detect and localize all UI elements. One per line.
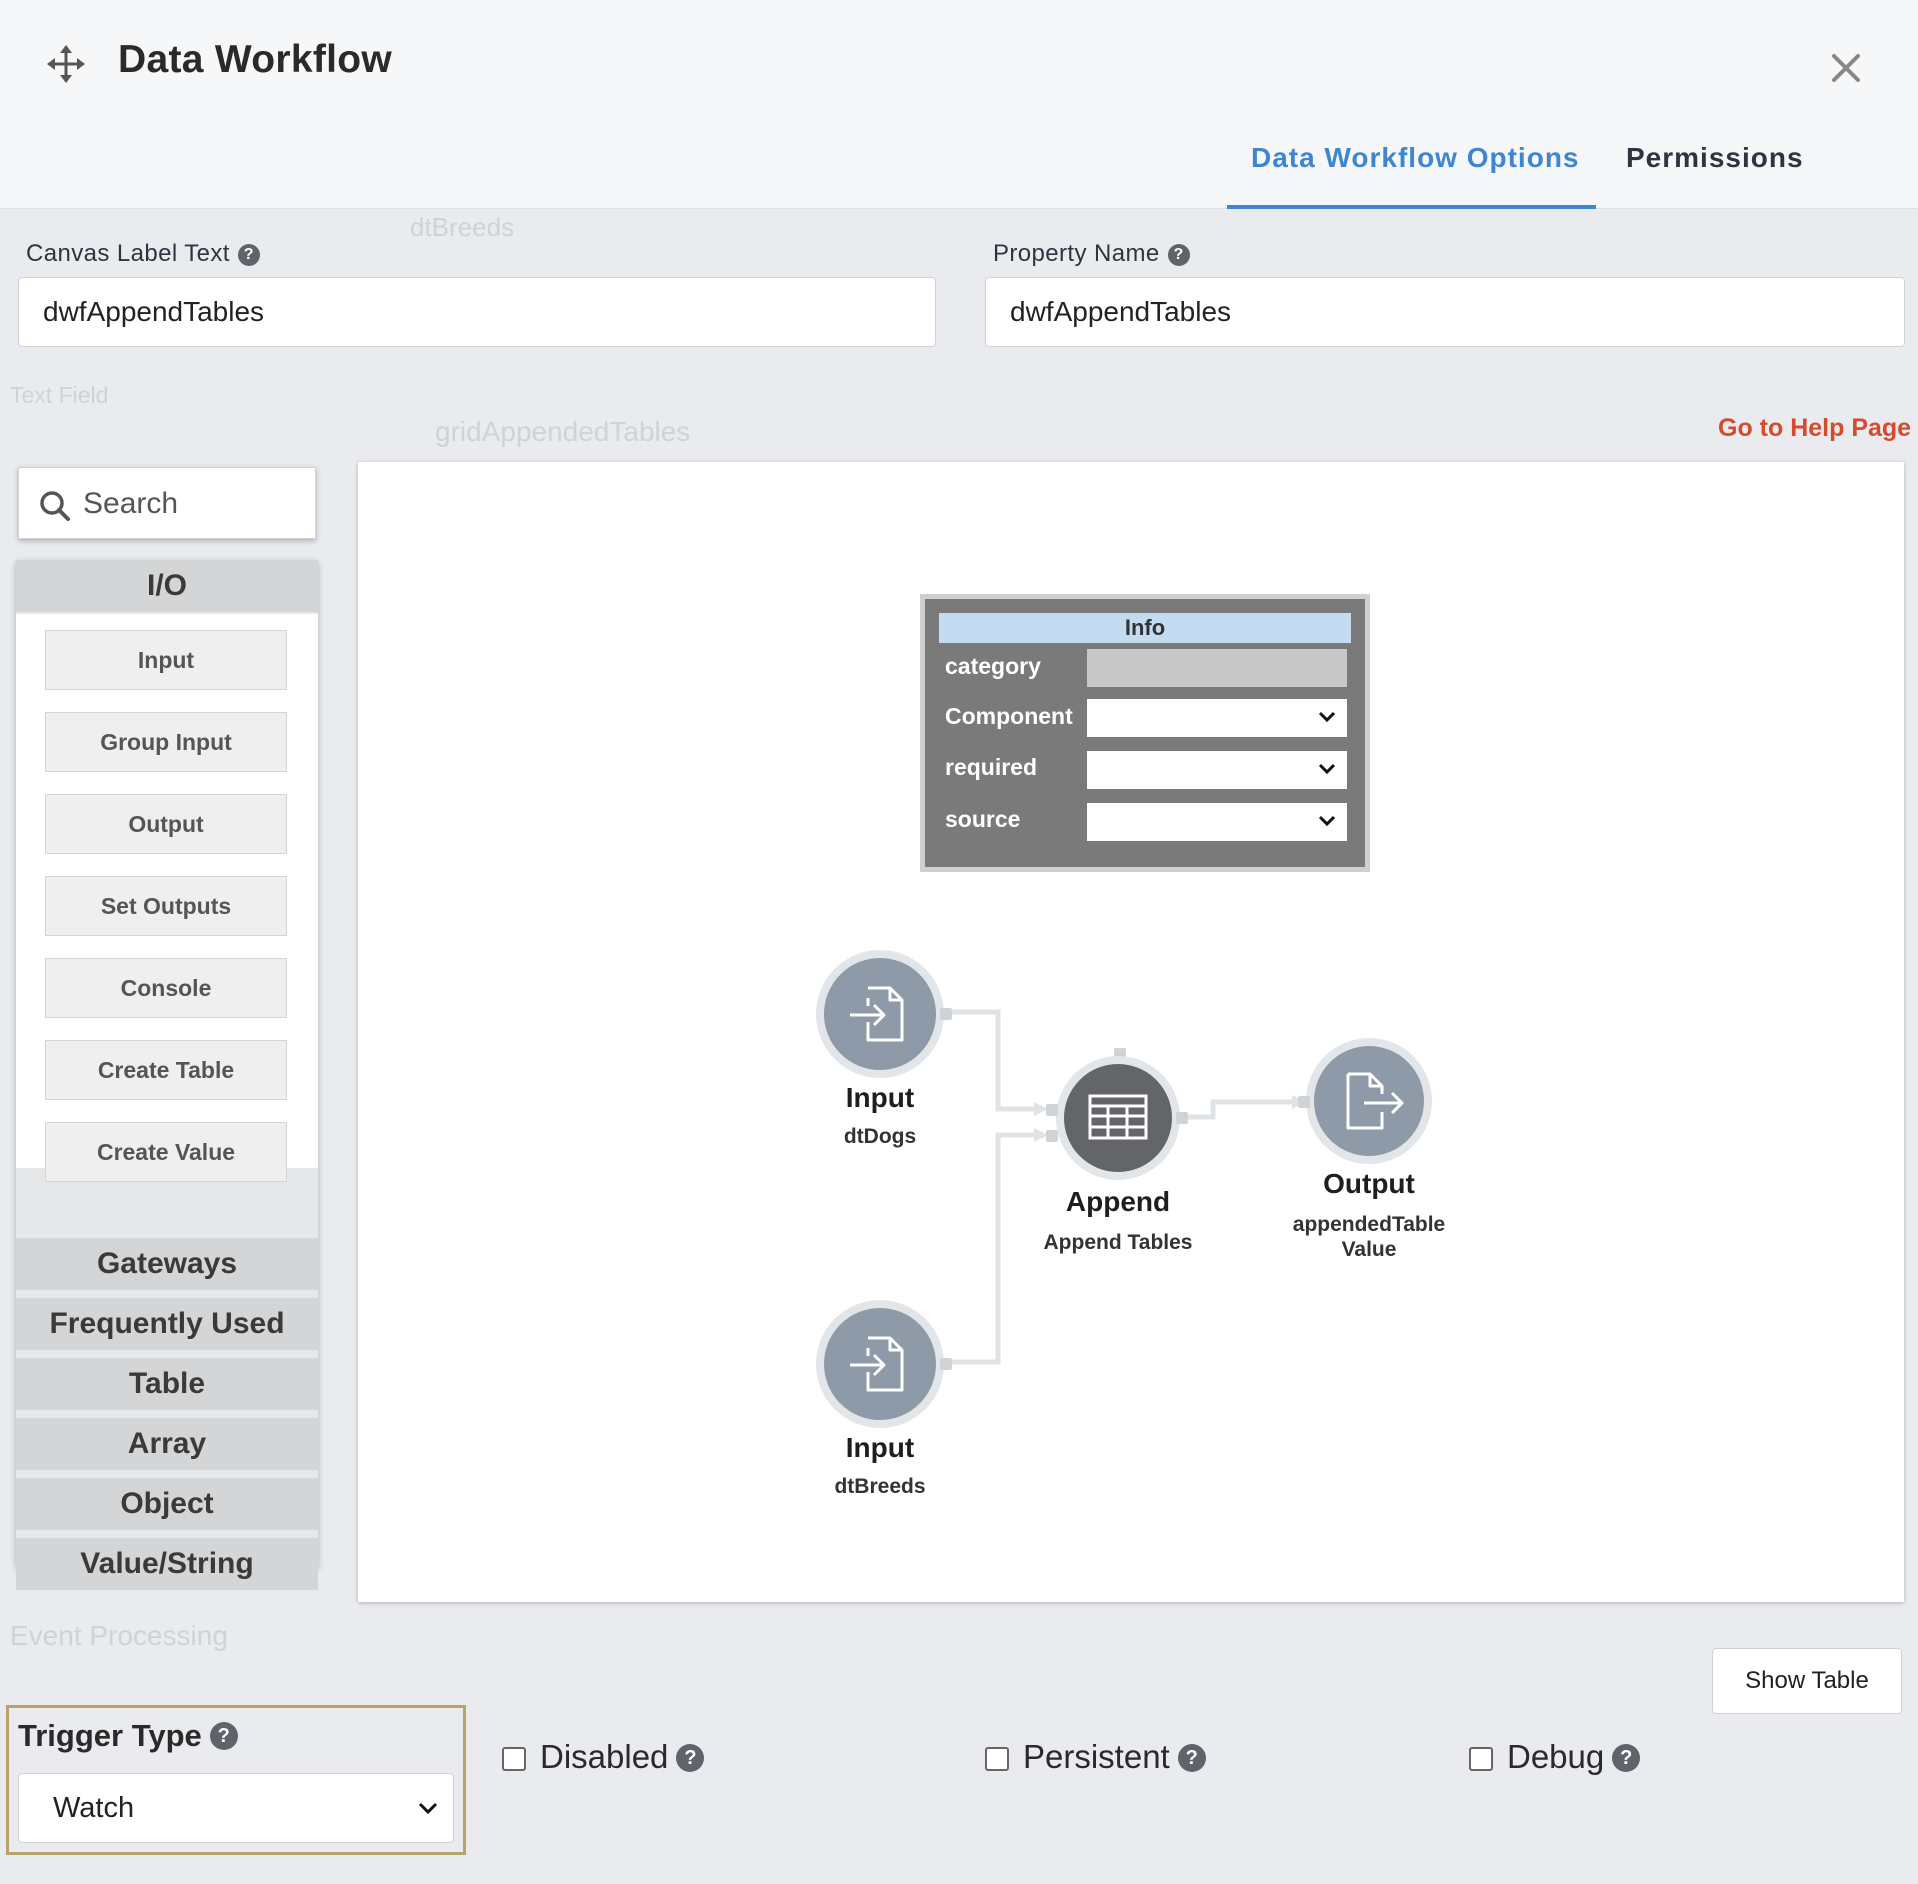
- help-icon[interactable]: ?: [1167, 244, 1190, 266]
- help-icon[interactable]: ?: [237, 244, 260, 266]
- search-placeholder: Search: [83, 487, 179, 520]
- palette-category-value-string[interactable]: Value/String: [16, 1538, 318, 1590]
- info-label-required: required: [945, 754, 1038, 780]
- chevron-down-icon: [1318, 711, 1336, 723]
- show-table-button[interactable]: Show Table: [1712, 1648, 1902, 1714]
- canvas-label-text-label: Canvas Label Text?: [26, 240, 260, 268]
- palette-category-object[interactable]: Object: [16, 1478, 318, 1530]
- input-port[interactable]: [1046, 1130, 1058, 1142]
- category-field: [1087, 649, 1347, 687]
- palette-item-create-value[interactable]: Create Value: [45, 1122, 287, 1182]
- palette-item-set-outputs[interactable]: Set Outputs: [45, 876, 287, 936]
- input-port[interactable]: [1298, 1096, 1310, 1108]
- file-export-icon: [1346, 1072, 1404, 1130]
- help-icon[interactable]: ?: [676, 1744, 705, 1772]
- help-icon[interactable]: ?: [1177, 1744, 1206, 1772]
- input-port[interactable]: [1046, 1104, 1058, 1116]
- persistent-checkbox[interactable]: [985, 1747, 1009, 1771]
- help-icon[interactable]: ?: [1612, 1744, 1641, 1772]
- palette-category-array[interactable]: Array: [16, 1418, 318, 1470]
- property-name-label: Property Name?: [993, 240, 1190, 268]
- tab-data-workflow-options[interactable]: Data Workflow Options: [1251, 142, 1580, 174]
- info-node[interactable]: Info category Component required source: [920, 594, 1370, 872]
- info-label-component: Component: [945, 703, 1073, 729]
- info-title: Info: [939, 613, 1351, 643]
- disabled-checkbox[interactable]: [502, 1747, 526, 1771]
- disabled-checkbox-group: Disabled?: [502, 1738, 705, 1776]
- chevron-down-icon: [1318, 815, 1336, 827]
- append-tables-node[interactable]: [1056, 1056, 1180, 1180]
- ghost-text: Text Field: [10, 382, 109, 408]
- palette-item-console[interactable]: Console: [45, 958, 287, 1018]
- go-to-help-page-link[interactable]: Go to Help Page: [1718, 414, 1911, 443]
- ghost-text: Event Processing: [10, 1620, 228, 1651]
- output-port[interactable]: [1176, 1112, 1188, 1124]
- help-icon[interactable]: ?: [209, 1722, 238, 1750]
- source-select[interactable]: [1087, 803, 1347, 841]
- ghost-text: gridAppendedTables: [435, 416, 691, 447]
- palette-category-table[interactable]: Table: [16, 1358, 318, 1410]
- tab-permissions[interactable]: Permissions: [1626, 142, 1804, 174]
- palette-category-io[interactable]: I/O: [16, 560, 318, 612]
- node-palette: I/O Input Group Input Output Set Outputs…: [16, 560, 318, 1590]
- node-title: Input: [845, 1082, 915, 1113]
- node-title: Append: [1065, 1186, 1171, 1217]
- canvas-label-text-label-text: Canvas Label Text: [26, 240, 230, 267]
- palette-category-gateways[interactable]: Gateways: [16, 1238, 318, 1290]
- workflow-canvas[interactable]: Info category Component required source …: [358, 462, 1904, 1602]
- search-icon: [40, 491, 70, 521]
- node-subtitle: dtDogs: [843, 1125, 917, 1148]
- node-subtitle: Append Tables: [1043, 1231, 1193, 1254]
- palette-io-items: Input Group Input Output Set Outputs Con…: [16, 614, 318, 1182]
- output-port[interactable]: [940, 1008, 952, 1020]
- input-node-dtbreeds[interactable]: [816, 1300, 944, 1428]
- node-subtitle: appendedTable Value: [1229, 1212, 1509, 1262]
- node-subtitle-line: Value: [1341, 1238, 1397, 1261]
- output-port[interactable]: [940, 1358, 952, 1370]
- palette-category-frequently-used[interactable]: Frequently Used: [16, 1298, 318, 1350]
- palette-search-input[interactable]: Search: [18, 467, 316, 539]
- info-label-category: category: [945, 653, 1041, 679]
- trigger-type-value: Watch: [53, 1792, 135, 1824]
- persistent-label: Persistent: [1023, 1738, 1170, 1775]
- debug-checkbox-group: Debug?: [1469, 1738, 1641, 1776]
- palette-item-input[interactable]: Input: [45, 630, 287, 690]
- move-handle-icon[interactable]: [46, 44, 86, 84]
- persistent-checkbox-group: Persistent?: [985, 1738, 1206, 1776]
- file-import-icon: [850, 1336, 904, 1392]
- property-name-label-text: Property Name: [993, 240, 1160, 267]
- chevron-down-icon: [418, 1802, 438, 1815]
- required-select[interactable]: [1087, 751, 1347, 789]
- table-icon: [1088, 1094, 1148, 1140]
- node-subtitle-line: appendedTable: [1292, 1213, 1446, 1236]
- ghost-text: dtBreeds: [410, 212, 515, 242]
- palette-item-output[interactable]: Output: [45, 794, 287, 854]
- debug-label: Debug: [1507, 1738, 1605, 1775]
- palette-item-create-table[interactable]: Create Table: [45, 1040, 287, 1100]
- palette-item-group-input[interactable]: Group Input: [45, 712, 287, 772]
- input-node-dtdogs[interactable]: [816, 950, 944, 1078]
- trigger-type-label: Trigger Type?: [18, 1718, 238, 1754]
- canvas-label-text-input[interactable]: dwfAppendTables: [18, 277, 936, 347]
- chevron-down-icon: [1318, 763, 1336, 775]
- node-subtitle: dtBreeds: [834, 1475, 926, 1498]
- dialog-header: [0, 0, 1918, 209]
- debug-checkbox[interactable]: [1469, 1747, 1493, 1771]
- output-node[interactable]: [1306, 1038, 1432, 1164]
- trigger-type-select[interactable]: Watch: [18, 1773, 454, 1843]
- node-title: Output: [1323, 1168, 1415, 1199]
- close-icon[interactable]: [1824, 46, 1868, 90]
- active-tab-indicator: [1227, 205, 1596, 209]
- node-title: Input: [845, 1432, 915, 1463]
- disabled-label: Disabled: [540, 1738, 669, 1775]
- trigger-type-label-text: Trigger Type: [18, 1718, 202, 1753]
- info-label-source: source: [945, 806, 1021, 832]
- component-select[interactable]: [1087, 699, 1347, 737]
- dialog-title: Data Workflow: [118, 38, 393, 81]
- file-import-icon: [850, 986, 904, 1042]
- property-name-input[interactable]: dwfAppendTables: [985, 277, 1905, 347]
